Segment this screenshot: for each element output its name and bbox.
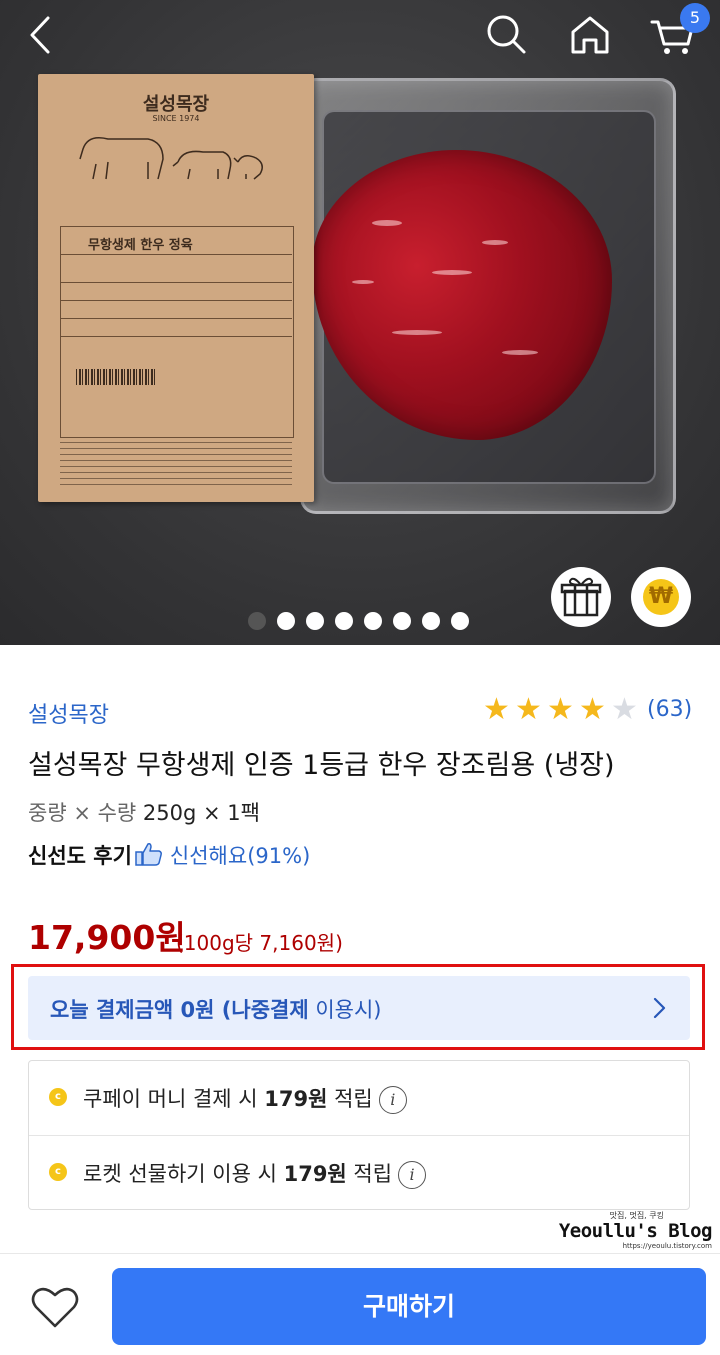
carousel-dot[interactable] xyxy=(364,612,382,630)
won-coin-icon: ₩ xyxy=(643,579,679,615)
animals-illustration xyxy=(79,137,263,180)
coin-icon: c xyxy=(49,1163,67,1181)
buy-button[interactable]: 구매하기 xyxy=(112,1268,706,1345)
top-nav-bar: 5 xyxy=(0,0,720,70)
meat-marbling xyxy=(352,280,374,284)
gift-icon xyxy=(560,577,602,617)
blog-watermark: 맛집, 멋집, 쿠킹 Yeoullu's Blog https://yeoulu… xyxy=(558,1210,716,1252)
home-icon[interactable] xyxy=(565,10,615,60)
cart-count-badge: 5 xyxy=(680,3,710,33)
reward-amount: 179원 xyxy=(283,1162,347,1186)
label-line xyxy=(60,300,292,301)
label-line xyxy=(60,318,292,319)
label-line xyxy=(60,254,292,255)
pay-later-banner[interactable]: 오늘 결제금액 0원 (나중결제 이용시) xyxy=(28,976,690,1040)
star-icon: ★ xyxy=(483,692,510,727)
reward-suffix: 적립 xyxy=(327,1087,373,1111)
carousel-dot[interactable] xyxy=(277,612,295,630)
carousel-dot[interactable] xyxy=(248,612,266,630)
thumbs-up-icon xyxy=(135,843,162,866)
product-spec: 중량 × 수량 250g × 1팩 xyxy=(28,797,260,827)
search-icon[interactable] xyxy=(481,10,531,60)
chevron-left-icon[interactable] xyxy=(16,10,66,60)
meat-marbling xyxy=(482,240,508,245)
meat-marbling xyxy=(432,270,472,275)
product-title: 설성목장 무항생제 인증 1등급 한우 장조림용 (냉장) xyxy=(28,750,615,781)
label-product-name: 무항생제 한우 정육 xyxy=(88,238,193,253)
meat-marbling xyxy=(372,220,402,226)
reward-prefix: 로켓 선물하기 이용 시 xyxy=(83,1162,284,1186)
carousel-dot[interactable] xyxy=(451,612,469,630)
watermark-title: Yeoullu's Blog xyxy=(558,1220,713,1242)
won-coin-button[interactable]: ₩ xyxy=(631,567,691,627)
product-image-carousel[interactable]: 설성목장 SINCE 1974 무항생제 한우 정육 5 ₩ xyxy=(0,0,720,645)
unit-price: (100g당 7,160원) xyxy=(176,931,343,955)
meat-marbling xyxy=(502,350,538,355)
carousel-dot[interactable] xyxy=(306,612,324,630)
freshness-value: 신선해요(91%) xyxy=(169,844,311,868)
info-icon[interactable]: i xyxy=(398,1161,427,1189)
star-empty-icon: ★ xyxy=(611,692,638,727)
bottom-bar-divider xyxy=(0,1253,720,1254)
reward-prefix: 쿠페이 머니 결제 시 xyxy=(83,1087,265,1111)
star-icon: ★ xyxy=(547,692,574,727)
watermark-url: https://yeoulu.tistory.com xyxy=(622,1242,712,1250)
star-icon: ★ xyxy=(579,692,606,727)
chevron-right-icon xyxy=(653,997,666,1019)
reward-text: 로켓 선물하기 이용 시 179원 적립 i xyxy=(83,1158,427,1189)
coin-icon: c xyxy=(49,1088,67,1106)
reward-row: c 쿠페이 머니 결제 시 179원 적립 i xyxy=(29,1061,689,1135)
freshness-review[interactable]: 신선도 후기 신선해요(91%) xyxy=(28,840,310,870)
label-info-table xyxy=(60,226,294,438)
review-count[interactable]: (63) xyxy=(647,697,692,722)
freshness-label: 신선도 후기 xyxy=(28,844,132,868)
label-brand: 설성목장 xyxy=(142,94,210,115)
spec-label: 중량 × 수량 xyxy=(28,801,137,825)
label-line xyxy=(60,282,292,283)
barcode xyxy=(76,369,156,385)
product-label-card: 설성목장 SINCE 1974 무항생제 한우 정육 xyxy=(38,74,314,502)
pay-later-text: 오늘 결제금액 0원 (나중결제 이용시) xyxy=(50,994,382,1024)
meat-marbling xyxy=(392,330,442,335)
reward-row: c 로켓 선물하기 이용 시 179원 적립 i xyxy=(29,1136,689,1210)
reward-suffix: 적립 xyxy=(346,1162,393,1186)
carousel-dot[interactable] xyxy=(422,612,440,630)
price: 17,900원 xyxy=(28,918,186,957)
label-fine-print xyxy=(60,442,292,490)
brand-link[interactable]: 설성목장 xyxy=(28,697,109,729)
pay-later-bold: 오늘 결제금액 0원 (나중결제 xyxy=(50,998,309,1022)
pay-later-normal: 이용시) xyxy=(308,998,382,1022)
carousel-dot[interactable] xyxy=(393,612,411,630)
star-icon: ★ xyxy=(515,692,542,727)
heart-icon[interactable] xyxy=(30,1284,80,1330)
carousel-dot[interactable] xyxy=(335,612,353,630)
spec-value: 250g × 1팩 xyxy=(142,801,260,825)
reward-amount: 179원 xyxy=(264,1087,328,1111)
reward-points-box: c 쿠페이 머니 결제 시 179원 적립 i c 로켓 선물하기 이용 시 17… xyxy=(28,1060,690,1210)
reward-text: 쿠페이 머니 결제 시 179원 적립 i xyxy=(83,1083,407,1114)
gift-button[interactable] xyxy=(551,567,611,627)
info-icon[interactable]: i xyxy=(378,1086,407,1114)
label-since: SINCE 1974 xyxy=(152,114,200,123)
label-line xyxy=(60,336,292,337)
